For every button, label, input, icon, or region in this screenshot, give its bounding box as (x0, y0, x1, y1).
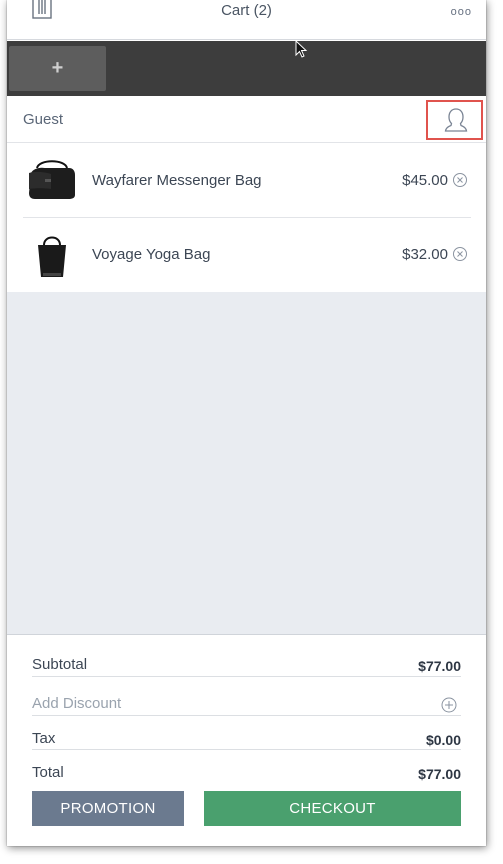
remove-item-icon[interactable] (452, 246, 468, 262)
more-options-icon[interactable]: ooo (451, 6, 472, 18)
add-discount-icon[interactable] (441, 697, 457, 713)
checkout-button[interactable]: CHECKOUT (204, 791, 461, 826)
cart-totals: Subtotal $77.00 Add Discount Tax $0.00 T… (7, 636, 486, 846)
subtotal-value: $77.00 (418, 658, 461, 674)
total-value: $77.00 (418, 766, 461, 782)
customer-row: Guest (7, 96, 486, 143)
remove-item-icon[interactable] (452, 172, 468, 188)
person-icon (444, 108, 468, 132)
tax-label: Tax (32, 730, 56, 747)
totals-divider (32, 676, 461, 677)
item-price: $45.00 (402, 172, 448, 189)
cart-header: Cart (2) ooo (7, 0, 486, 40)
cart-item[interactable]: Voyage Yoga Bag $32.00 (7, 218, 486, 292)
cart-title: Cart (2) (221, 2, 272, 19)
add-discount-label[interactable]: Add Discount (32, 695, 121, 712)
item-name: Wayfarer Messenger Bag (92, 172, 262, 189)
add-discount-row[interactable]: Add Discount (32, 681, 461, 715)
cart-tab-bar: + (7, 41, 486, 96)
promotion-button[interactable]: PROMOTION (32, 791, 184, 826)
tote-bag-icon (25, 229, 79, 281)
total-label: Total (32, 764, 64, 781)
add-cart-tab-button[interactable]: + (9, 46, 106, 91)
cart-empty-area (7, 292, 486, 635)
item-name: Voyage Yoga Bag (92, 246, 211, 263)
mouse-pointer-icon (295, 40, 308, 58)
cart-item[interactable]: Wayfarer Messenger Bag $45.00 (7, 144, 486, 218)
select-customer-button[interactable] (426, 100, 483, 140)
subtotal-label: Subtotal (32, 656, 88, 673)
subtotal-row: Subtotal $77.00 (32, 642, 461, 676)
customer-label: Guest (23, 111, 64, 128)
tax-row: Tax $0.00 (32, 716, 461, 750)
item-price: $32.00 (402, 246, 448, 263)
pos-window: Cart (2) ooo + Guest Wayfarer Messenger … (7, 0, 486, 846)
tax-value: $0.00 (425, 732, 461, 748)
messenger-bag-icon (25, 155, 79, 207)
total-row: Total $77.00 (32, 750, 461, 784)
